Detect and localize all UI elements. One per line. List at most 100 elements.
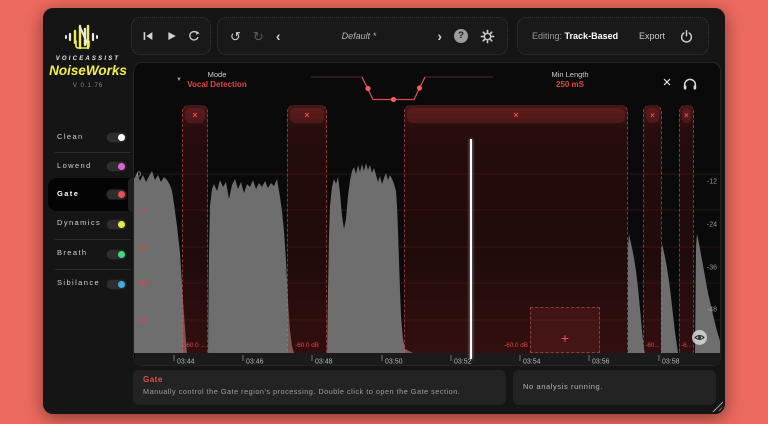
region-delete-button[interactable]: ×: [407, 108, 625, 123]
svg-text:03:46: 03:46: [246, 359, 264, 366]
mode-dropdown-icon[interactable]: ▼: [176, 77, 182, 83]
waveform-panel: 03:44 03:46 03:48 03:50 03:52 03:54 03:56 03:58…: [133, 62, 721, 366]
sidebar-item-label: Sibilance: [57, 278, 100, 287]
sidebar-item-clean[interactable]: Clean: [43, 126, 133, 150]
svg-text:-36: -36: [137, 281, 147, 288]
toggle-knob: [118, 281, 125, 288]
svg-text:-24: -24: [137, 245, 147, 252]
toggle-knob: [118, 251, 125, 258]
gate-region[interactable]: × -6...: [679, 105, 694, 353]
info-panel-description: Manually control the Gate region's proce…: [133, 384, 506, 396]
toggle-knob: [118, 134, 125, 141]
visibility-eye-button[interactable]: [692, 330, 707, 345]
region-delete-button[interactable]: ×: [290, 108, 324, 123]
export-button[interactable]: Export: [639, 31, 665, 41]
svg-text:03:54: 03:54: [523, 359, 541, 366]
svg-text:-12: -12: [707, 179, 717, 186]
svg-text:03:58: 03:58: [662, 359, 680, 366]
loop-button[interactable]: [187, 29, 201, 43]
info-panel-title: Gate: [133, 370, 506, 384]
sidebar-item-gate[interactable]: Gate: [43, 183, 133, 207]
gate-region[interactable]: × -60...: [643, 105, 662, 353]
region-gain-label: -60.0 dB: [288, 342, 326, 349]
svg-text:03:48: 03:48: [315, 359, 333, 366]
breath-toggle[interactable]: [106, 249, 127, 260]
dynamics-toggle[interactable]: [106, 219, 127, 230]
sidebar-item-sibilance[interactable]: Sibilance: [43, 272, 133, 296]
min-length-value: 250 mS: [530, 80, 610, 89]
brand-name: NoiseWorks: [43, 63, 133, 78]
svg-text:03:50: 03:50: [385, 359, 403, 366]
svg-text:03:52: 03:52: [454, 359, 472, 366]
analysis-status-text: No analysis running.: [513, 370, 716, 391]
info-panel-gate[interactable]: Gate Manually control the Gate region's …: [133, 370, 506, 405]
editing-mode-button[interactable]: Editing: Track-Based: [532, 31, 625, 41]
svg-text:0: 0: [137, 172, 141, 179]
sidebar-item-label: Gate: [57, 189, 79, 198]
skip-start-button[interactable]: [141, 29, 155, 43]
chevron-right-button[interactable]: ›: [437, 29, 442, 43]
analysis-status-panel: No analysis running.: [513, 370, 716, 405]
session-group: Editing: Track-Based Export: [517, 17, 709, 55]
play-button[interactable]: [164, 29, 178, 43]
sidebar-item-label: Dynamics: [57, 218, 101, 227]
svg-text:-24: -24: [707, 222, 717, 229]
gate-region[interactable]: × -60.0 dB: [287, 105, 327, 353]
toggle-knob: [118, 221, 125, 228]
min-length-control[interactable]: Min Length 250 mS: [530, 70, 610, 89]
sidebar-divider: [55, 239, 131, 240]
sidebar-divider: [55, 269, 131, 270]
playhead[interactable]: [470, 139, 472, 359]
sidebar-divider: [55, 152, 131, 153]
eye-icon: [694, 332, 705, 343]
sidebar-item-label: Breath: [57, 248, 88, 257]
sidebar-item-label: Clean: [57, 132, 84, 141]
svg-text:03:56: 03:56: [592, 359, 610, 366]
sibilance-toggle[interactable]: [106, 279, 127, 290]
transport-group: [131, 17, 211, 55]
gate-region[interactable]: ×-60.0 dB+: [404, 105, 628, 353]
svg-text:-48: -48: [707, 307, 717, 314]
region-gain-label: -60...: [644, 342, 661, 349]
plugin-window: VOICEASSIST NoiseWorks V 0.1.76 Clean Low…: [43, 8, 725, 414]
plus-icon: +: [531, 330, 599, 346]
region-delete-button[interactable]: ×: [682, 108, 691, 123]
svg-text:-48: -48: [137, 318, 147, 325]
settings-gear-button[interactable]: [480, 29, 495, 44]
mode-value: Vocal Detection: [184, 80, 250, 89]
chevron-left-button[interactable]: ‹: [276, 29, 281, 43]
clean-toggle[interactable]: [106, 132, 127, 143]
min-length-label: Min Length: [530, 70, 610, 79]
redo-button[interactable]: ↻: [253, 30, 264, 43]
close-icon[interactable]: ×: [658, 74, 676, 92]
region-gain-label: -6...: [680, 342, 693, 349]
gate-toggle[interactable]: [106, 189, 127, 200]
gate-region[interactable]: × -60.0 ...: [182, 105, 208, 353]
mode-label: Mode: [184, 70, 250, 79]
brand-logo-icon: [64, 23, 104, 51]
power-button[interactable]: [679, 29, 694, 44]
lowend-toggle[interactable]: [106, 161, 127, 172]
region-gain-label: -60.0 ...: [183, 342, 207, 349]
add-region-zone[interactable]: +: [530, 307, 600, 353]
undo-button[interactable]: ↺: [230, 30, 241, 43]
brand-version: V 0.1.76: [43, 83, 133, 89]
preset-group: ↺ ↻ ‹ Default * › ?: [217, 17, 508, 55]
preset-selector[interactable]: Default *: [292, 31, 425, 41]
headphones-monitor-icon[interactable]: [682, 75, 698, 91]
sidebar-item-dynamics[interactable]: Dynamics: [43, 212, 133, 236]
mode-control[interactable]: Mode Vocal Detection: [184, 70, 250, 89]
sidebar-item-label: Lowend: [57, 161, 92, 170]
region-delete-button[interactable]: ×: [185, 108, 205, 123]
svg-text:03:44: 03:44: [177, 359, 195, 366]
toggle-knob: [118, 163, 125, 170]
sidebar-item-breath[interactable]: Breath: [43, 242, 133, 266]
sidebar-item-lowend[interactable]: Lowend: [43, 155, 133, 179]
region-delete-button[interactable]: ×: [646, 108, 659, 123]
svg-text:-12: -12: [137, 208, 147, 215]
sidebar: VOICEASSIST NoiseWorks V 0.1.76 Clean Low…: [43, 8, 133, 414]
toggle-knob: [118, 191, 125, 198]
brand-top-label: VOICEASSIST: [43, 56, 133, 62]
svg-text:-36: -36: [707, 265, 717, 272]
help-button[interactable]: ?: [454, 29, 468, 43]
